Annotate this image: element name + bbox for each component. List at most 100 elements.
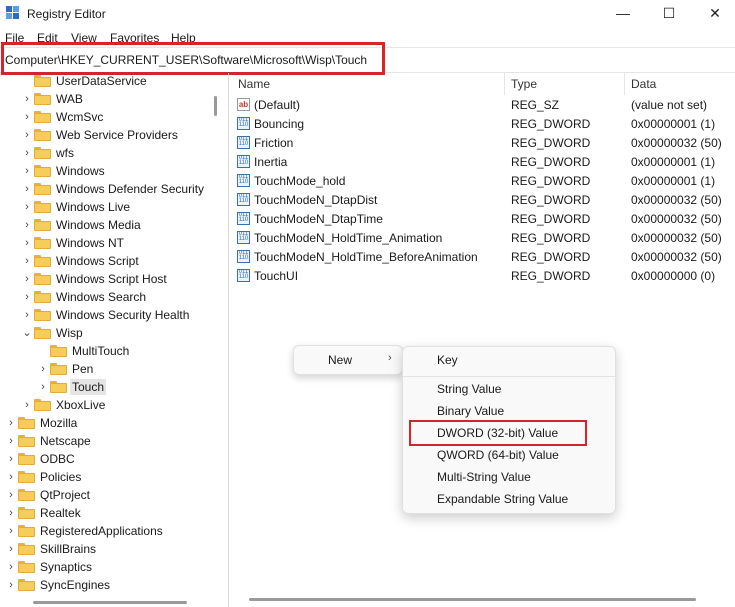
menu-item-new[interactable]: New [328, 353, 352, 367]
tree-item[interactable]: › Windows Script Host [0, 270, 208, 288]
registry-tree[interactable]: UserDataService › WAB › WcmSvc › Web Service P… [0, 73, 208, 593]
tree-item[interactable]: › Mozilla [0, 414, 208, 432]
tree-item[interactable]: › Web Service Providers [0, 126, 208, 144]
collapse-chevron-icon[interactable]: › [22, 146, 32, 160]
tree-item[interactable]: › SkillBrains [0, 540, 208, 558]
collapse-chevron-icon[interactable]: › [6, 416, 16, 430]
column-header-type[interactable]: Type [511, 77, 537, 91]
close-button[interactable]: ✕ [692, 0, 735, 28]
collapse-chevron-icon[interactable]: › [22, 218, 32, 232]
collapse-chevron-icon[interactable]: › [6, 452, 16, 466]
folder-icon [18, 435, 35, 447]
column-header-name[interactable]: Name [238, 77, 270, 91]
value-row[interactable]: 011 110 TouchModeN_HoldTime_BeforeAnimati… [230, 248, 735, 267]
folder-icon [18, 417, 35, 429]
collapse-chevron-icon[interactable]: › [6, 578, 16, 592]
collapse-chevron-icon[interactable]: › [22, 236, 32, 250]
tree-item[interactable]: › WAB [0, 90, 208, 108]
submenu-item-key[interactable]: Key [437, 353, 458, 367]
tree-item[interactable]: › Windows Search [0, 288, 208, 306]
value-row[interactable]: 011 110 TouchModeN_DtapTime REG_DWORD 0x000… [230, 210, 735, 229]
value-row[interactable]: 011 110 Inertia REG_DWORD 0x00000001 (1) [230, 153, 735, 172]
collapse-chevron-icon[interactable]: › [6, 434, 16, 448]
tree-item[interactable]: › ODBC [0, 450, 208, 468]
submenu-item-binary-value[interactable]: Binary Value [437, 404, 504, 418]
collapse-chevron-icon[interactable]: › [22, 272, 32, 286]
tree-item[interactable]: › Touch [0, 378, 208, 396]
folder-icon [34, 219, 51, 231]
folder-icon [34, 327, 51, 339]
collapse-chevron-icon[interactable]: › [22, 128, 32, 142]
tree-item[interactable]: › Pen [0, 360, 208, 378]
value-row[interactable]: 011 110 TouchMode_hold REG_DWORD 0x00000001… [230, 172, 735, 191]
value-row[interactable]: 011 110 TouchModeN_DtapDist REG_DWORD 0x000… [230, 191, 735, 210]
tree-vertical-scrollbar[interactable] [214, 96, 217, 116]
tree-item[interactable]: › Windows Security Health [0, 306, 208, 324]
tree-item[interactable]: › Realtek [0, 504, 208, 522]
column-separator[interactable] [504, 73, 505, 95]
collapse-chevron-icon[interactable]: › [6, 542, 16, 556]
collapse-chevron-icon[interactable]: › [22, 308, 32, 322]
tree-item[interactable]: › Windows NT [0, 234, 208, 252]
collapse-chevron-icon[interactable]: › [6, 560, 16, 574]
folder-icon [18, 489, 35, 501]
collapse-chevron-icon[interactable]: › [22, 398, 32, 412]
tree-item[interactable]: › QtProject [0, 486, 208, 504]
tree-item[interactable]: MultiTouch [0, 342, 208, 360]
collapse-chevron-icon[interactable]: › [22, 182, 32, 196]
value-row[interactable]: ab (Default) REG_SZ (value not set) [230, 96, 735, 115]
tree-item[interactable]: ⌄ Wisp [0, 324, 208, 342]
tree-item[interactable]: › Windows Live [0, 198, 208, 216]
tree-item[interactable]: › XboxLive [0, 396, 208, 414]
folder-icon [34, 309, 51, 321]
collapse-chevron-icon[interactable]: › [22, 164, 32, 178]
collapse-chevron-icon[interactable]: › [6, 524, 16, 538]
value-row[interactable]: 011 110 TouchUI REG_DWORD 0x00000000 (0) [230, 267, 735, 286]
maximize-button[interactable]: ☐ [646, 0, 692, 28]
column-separator[interactable] [624, 73, 625, 95]
column-header-data[interactable]: Data [631, 77, 656, 91]
value-type: REG_DWORD [511, 212, 591, 226]
collapse-chevron-icon[interactable]: › [6, 470, 16, 484]
tree-horizontal-scrollbar[interactable] [33, 601, 187, 604]
tree-item-label: Pen [72, 362, 94, 376]
tree-item[interactable]: › RegisteredApplications [0, 522, 208, 540]
minimize-button[interactable]: — [600, 0, 646, 28]
collapse-chevron-icon[interactable]: › [22, 110, 32, 124]
pane-splitter[interactable] [228, 73, 229, 607]
folder-icon [50, 345, 67, 357]
submenu-item-expandable-string-value[interactable]: Expandable String Value [437, 492, 568, 506]
tree-item-label: Windows Search [56, 290, 147, 304]
folder-icon [34, 111, 51, 123]
dword-value-icon: 011 110 [237, 117, 250, 130]
folder-icon [34, 399, 51, 411]
tree-item[interactable]: › Netscape [0, 432, 208, 450]
submenu-item-multi-string-value[interactable]: Multi-String Value [437, 470, 531, 484]
collapse-chevron-icon[interactable]: › [22, 92, 32, 106]
submenu-item-qword-value[interactable]: QWORD (64-bit) Value [437, 448, 559, 462]
tree-item[interactable]: › Windows Media [0, 216, 208, 234]
tree-item[interactable]: › Synaptics [0, 558, 208, 576]
tree-item[interactable]: › Windows Script [0, 252, 208, 270]
collapse-chevron-icon[interactable]: › [6, 506, 16, 520]
tree-item[interactable]: › Policies [0, 468, 208, 486]
collapse-chevron-icon[interactable]: › [22, 200, 32, 214]
collapse-chevron-icon[interactable]: › [22, 254, 32, 268]
collapse-chevron-icon[interactable]: › [38, 380, 48, 394]
value-row[interactable]: 011 110 Friction REG_DWORD 0x00000032 (50) [230, 134, 735, 153]
value-row[interactable]: 011 110 Bouncing REG_DWORD 0x00000001 (1) [230, 115, 735, 134]
value-row[interactable]: 011 110 TouchModeN_HoldTime_Animation REG_… [230, 229, 735, 248]
tree-item[interactable]: › wfs [0, 144, 208, 162]
collapse-chevron-icon[interactable]: › [38, 362, 48, 376]
tree-item[interactable]: › Windows [0, 162, 208, 180]
expand-chevron-icon[interactable]: ⌄ [22, 326, 32, 340]
collapse-chevron-icon[interactable]: › [22, 290, 32, 304]
values-list[interactable]: Name Type Data ab (Default) REG_SZ (value n… [230, 73, 735, 607]
tree-item[interactable]: › Windows Defender Security C [0, 180, 208, 198]
tree-item[interactable]: › WcmSvc [0, 108, 208, 126]
tree-item[interactable]: › SyncEngines [0, 576, 208, 593]
list-horizontal-scrollbar[interactable] [249, 598, 696, 601]
tree-item[interactable]: UserDataService [0, 73, 208, 90]
submenu-item-string-value[interactable]: String Value [437, 382, 501, 396]
collapse-chevron-icon[interactable]: › [6, 488, 16, 502]
